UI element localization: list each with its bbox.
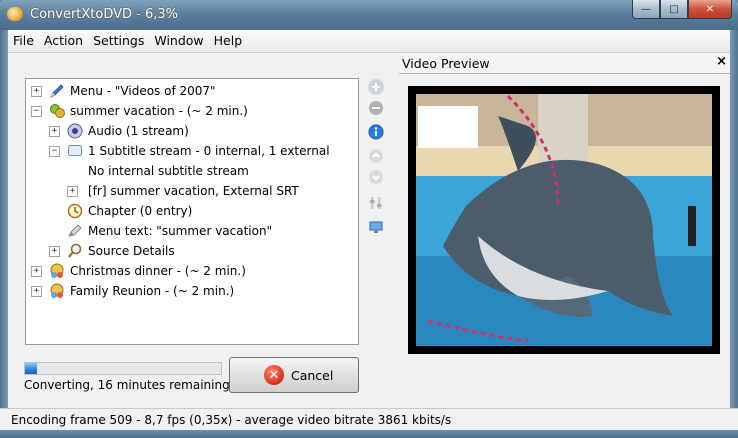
tree-item-subtitles[interactable]: − 1 Subtitle stream - 0 internal, 1 exte…: [48, 141, 330, 161]
speaker-icon: [67, 123, 83, 139]
remove-icon[interactable]: [368, 100, 384, 116]
expand-toggle[interactable]: +: [49, 126, 60, 137]
menu-file[interactable]: File: [8, 30, 39, 52]
pen-icon: [49, 83, 65, 99]
video-preview-header: Video Preview ×: [399, 53, 730, 74]
tree-item-label: 1 Subtitle stream - 0 internal, 1 extern…: [88, 144, 330, 158]
window-controls: — □ ✕: [632, 0, 732, 19]
project-tree[interactable]: + Menu - "Videos of 2007" − summer vacat…: [25, 78, 359, 345]
menu-window[interactable]: Window: [149, 30, 208, 52]
tree-item-audio[interactable]: + Audio (1 stream): [48, 121, 189, 141]
menu-settings[interactable]: Settings: [88, 30, 149, 52]
window-frame-right: [730, 30, 738, 408]
tree-item-source-details[interactable]: + Source Details: [48, 241, 175, 261]
progress-status-text: Converting, 16 minutes remaining: [24, 378, 230, 392]
expand-toggle[interactable]: +: [31, 286, 42, 297]
menu-bar: File Action Settings Window Help: [8, 30, 730, 53]
menu-action[interactable]: Action: [39, 30, 88, 52]
tree-item-label: Family Reunion - (~ 2 min.): [70, 284, 235, 298]
window-title: ConvertXtoDVD - 6,3%: [30, 7, 179, 22]
clock-icon: [67, 203, 83, 219]
minimize-button[interactable]: —: [632, 0, 660, 19]
expand-toggle[interactable]: +: [31, 86, 42, 97]
tree-item-label: Christmas dinner - (~ 2 min.): [70, 264, 246, 278]
cancel-label: Cancel: [291, 367, 334, 383]
magnifier-icon: [67, 243, 83, 259]
close-button[interactable]: ✕: [688, 0, 732, 19]
expand-toggle[interactable]: +: [49, 246, 60, 257]
tree-item-label: summer vacation - (~ 2 min.): [70, 104, 248, 118]
move-down-icon[interactable]: [368, 169, 384, 185]
video-preview[interactable]: [408, 86, 720, 354]
tree-item-label: Source Details: [88, 244, 175, 258]
tree-item-chapter[interactable]: Chapter (0 entry): [67, 201, 192, 221]
subtitle-icon: [67, 143, 83, 159]
move-up-icon[interactable]: [368, 148, 384, 164]
cancel-icon: ✕: [264, 365, 284, 385]
tree-item-external-srt[interactable]: + [fr] summer vacation, External SRT: [66, 181, 299, 201]
tree-item-label: [fr] summer vacation, External SRT: [88, 184, 299, 198]
tree-item-family-reunion[interactable]: + Family Reunion - (~ 2 min.): [30, 281, 234, 301]
tree-item-label: Chapter (0 entry): [88, 204, 193, 218]
collapse-toggle[interactable]: −: [49, 146, 60, 157]
tree-item-label: Menu - "Videos of 2007": [70, 84, 216, 98]
pen-icon: [67, 223, 83, 239]
conversion-progress-bar: [24, 362, 222, 375]
progress-fill: [25, 363, 38, 374]
film-icon: [49, 263, 65, 279]
main-area: + Menu - "Videos of 2007" − summer vacat…: [8, 53, 730, 407]
application-window: ConvertXtoDVD - 6,3% — □ ✕ File Action S…: [0, 0, 738, 438]
tree-item-label: Audio (1 stream): [88, 124, 189, 138]
tree-item-christmas-dinner[interactable]: + Christmas dinner - (~ 2 min.): [30, 261, 246, 281]
collapse-toggle[interactable]: −: [31, 106, 42, 117]
video-preview-title: Video Preview: [402, 56, 490, 71]
tree-item-label: Menu text: "summer vacation": [88, 224, 273, 238]
dolphin-frame-image: [408, 86, 720, 354]
window-frame-bottom: [0, 430, 738, 438]
tree-item-summer-vacation[interactable]: − summer vacation - (~ 2 min.): [30, 101, 248, 121]
maximize-button[interactable]: □: [660, 0, 688, 19]
cancel-button[interactable]: ✕ Cancel: [229, 357, 359, 393]
preview-icon[interactable]: [368, 219, 384, 235]
add-icon[interactable]: [368, 79, 384, 95]
close-icon[interactable]: ×: [716, 54, 727, 69]
app-icon[interactable]: [7, 7, 23, 21]
tree-item-no-internal-subtitle[interactable]: No internal subtitle stream: [88, 161, 249, 181]
expand-toggle[interactable]: +: [67, 186, 78, 197]
status-bar: Encoding frame 509 - 8,7 fps (0,35x) - a…: [0, 408, 738, 431]
status-text: Encoding frame 509 - 8,7 fps (0,35x) - a…: [11, 413, 452, 427]
window-frame-left: [0, 30, 8, 408]
tree-item-label: No internal subtitle stream: [88, 164, 249, 178]
menu-help[interactable]: Help: [209, 30, 248, 52]
film-icon: [49, 103, 65, 119]
film-icon: [49, 283, 65, 299]
expand-toggle[interactable]: +: [31, 266, 42, 277]
settings-icon[interactable]: [368, 195, 384, 211]
tree-item-menu[interactable]: + Menu - "Videos of 2007": [30, 81, 216, 101]
info-icon[interactable]: [368, 124, 384, 140]
title-bar[interactable]: ConvertXtoDVD - 6,3% — □ ✕: [0, 0, 738, 30]
tree-item-menu-text[interactable]: Menu text: "summer vacation": [67, 221, 272, 241]
